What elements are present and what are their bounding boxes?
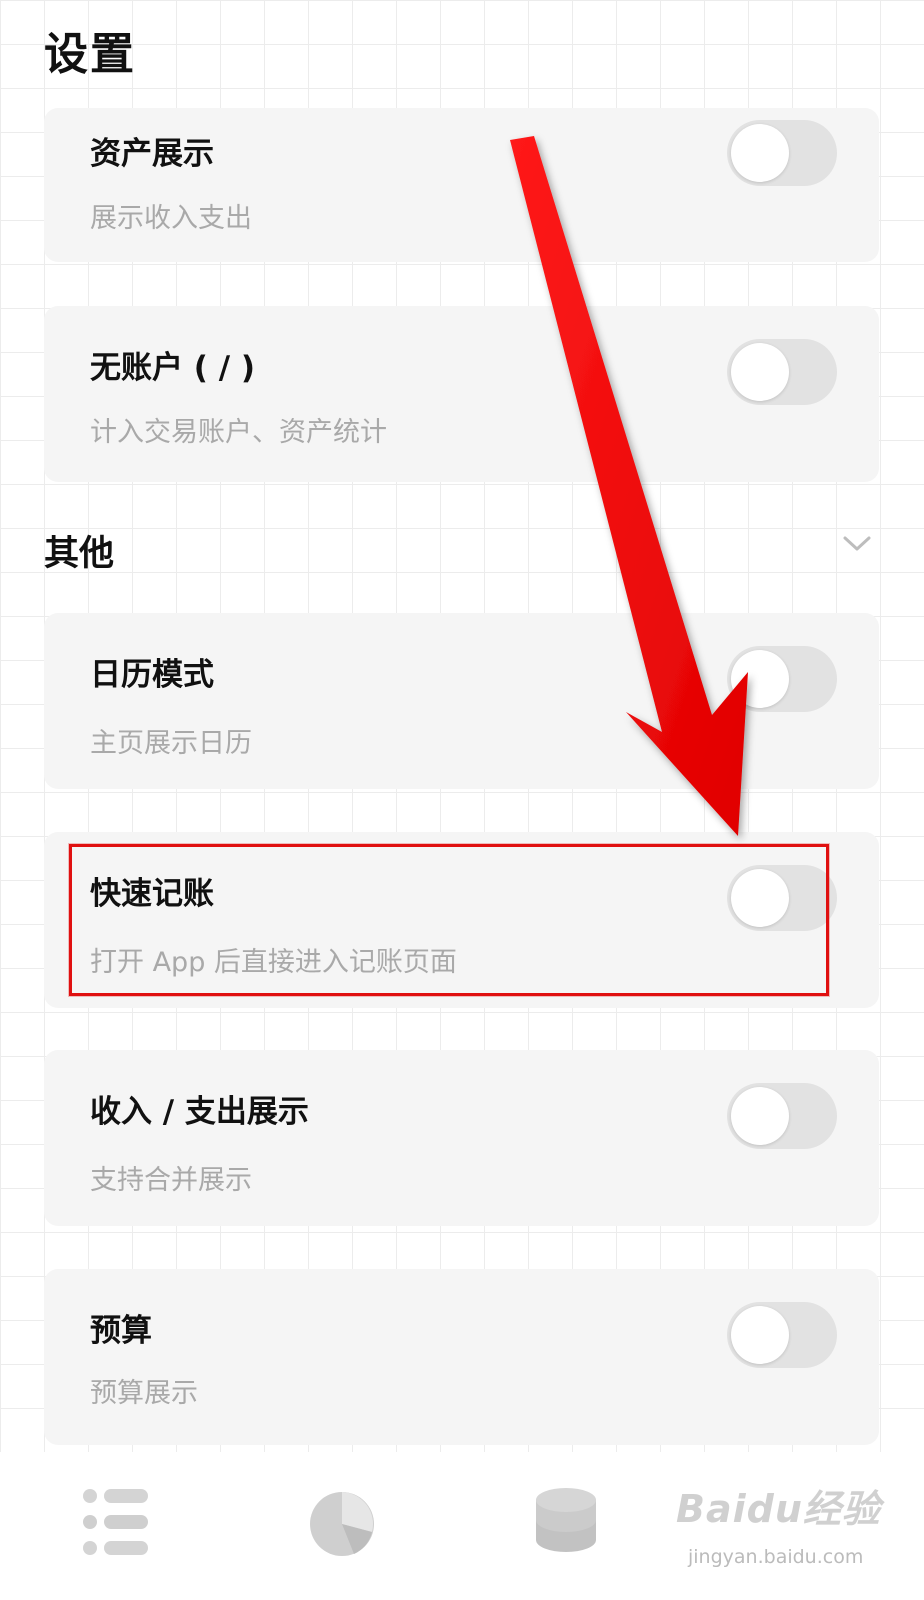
pie-chart-icon[interactable]	[292, 1472, 392, 1572]
calendar-mode-toggle[interactable]	[727, 646, 837, 712]
setting-card-asset-display: 资产展示 展示收入支出	[44, 108, 879, 262]
budget-toggle[interactable]	[727, 1302, 837, 1368]
toggle-knob	[731, 1087, 789, 1145]
setting-card-income-expense-display: 收入 / 支出展示 支持合并展示	[44, 1050, 879, 1226]
bottom-tab-bar	[0, 1452, 924, 1600]
setting-subtitle: 预算展示	[90, 1378, 198, 1409]
section-title-other: 其他	[44, 534, 115, 574]
setting-title: 收入 / 支出展示	[90, 1094, 309, 1130]
setting-title: 资产展示	[90, 136, 214, 172]
coin-stack-icon[interactable]	[516, 1472, 616, 1572]
setting-title: 无账户 ( / )	[90, 350, 256, 386]
no-account-toggle[interactable]	[727, 339, 837, 405]
setting-title: 快速记账	[90, 876, 214, 912]
list-icon[interactable]	[68, 1472, 168, 1572]
page-title: 设置	[44, 29, 136, 80]
setting-card-quick-entry: 快速记账 打开 App 后直接进入记账页面	[44, 832, 879, 1008]
toggle-knob	[731, 343, 789, 401]
toggle-knob	[731, 124, 789, 182]
setting-title: 日历模式	[90, 657, 214, 693]
setting-card-no-account: 无账户 ( / ) 计入交易账户、资产统计	[44, 306, 879, 482]
setting-subtitle: 计入交易账户、资产统计	[90, 417, 387, 448]
chevron-down-icon[interactable]	[842, 534, 872, 554]
asset-display-toggle[interactable]	[727, 120, 837, 186]
settings-screen: 设置 资产展示 展示收入支出 无账户 ( / ) 计入交易账户、资产统计 其他 …	[0, 0, 924, 1600]
toggle-knob	[731, 869, 789, 927]
setting-subtitle: 主页展示日历	[90, 728, 252, 759]
setting-subtitle: 展示收入支出	[90, 203, 252, 234]
setting-subtitle: 支持合并展示	[90, 1165, 252, 1196]
toggle-knob	[731, 650, 789, 708]
income-expense-display-toggle[interactable]	[727, 1083, 837, 1149]
setting-title: 预算	[90, 1313, 152, 1349]
setting-subtitle: 打开 App 后直接进入记账页面	[90, 947, 457, 978]
setting-card-budget: 预算 预算展示	[44, 1269, 879, 1445]
quick-entry-toggle[interactable]	[727, 865, 837, 931]
toggle-knob	[731, 1306, 789, 1364]
setting-card-calendar-mode: 日历模式 主页展示日历	[44, 613, 879, 789]
